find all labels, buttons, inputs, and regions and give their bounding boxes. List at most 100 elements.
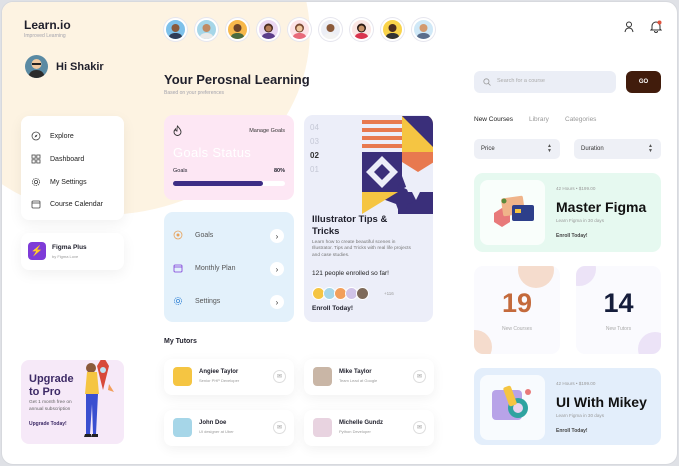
stats-card: Goals › Monthly Plan › Settings › — [164, 212, 294, 322]
compass-icon — [31, 131, 41, 141]
tutor-role: Python Developer — [339, 429, 371, 434]
tutor-avatar[interactable] — [164, 18, 187, 41]
message-icon[interactable]: ✉ — [273, 421, 286, 434]
step-number-active[interactable]: 02 — [310, 149, 319, 163]
app-tagline: Improved Learning — [24, 33, 66, 39]
stat-label: New Courses — [501, 326, 532, 332]
step-number[interactable]: 03 — [310, 135, 319, 149]
course-enroll-link[interactable]: Enroll Today! — [556, 233, 588, 239]
stat-card-new-courses: 19 New Courses — [474, 266, 560, 354]
tutor-avatar-strip — [164, 18, 435, 41]
gear-icon — [174, 297, 182, 305]
step-numbers: 04 03 02 01 — [310, 121, 319, 177]
sort-arrows-icon: ▲ ▼ — [547, 143, 552, 154]
tutor-avatar[interactable] — [226, 18, 249, 41]
select-value: Duration — [581, 146, 604, 152]
tab-library[interactable]: Library — [529, 116, 549, 123]
message-icon[interactable]: ✉ — [413, 421, 426, 434]
stats-row-monthly-plan[interactable]: Monthly Plan — [173, 263, 235, 273]
manage-goals-link[interactable]: Manage Goals — [249, 128, 285, 134]
price-select[interactable]: Price ▲ ▼ — [474, 139, 560, 159]
stats-row-settings[interactable]: Settings — [173, 296, 220, 306]
page-title: Your Perosnal Learning — [164, 72, 310, 87]
calendar-icon — [31, 200, 41, 209]
geometric-illustration — [362, 116, 433, 214]
step-number[interactable]: 01 — [310, 163, 319, 177]
sidebar-item-calendar[interactable]: Course Calendar — [31, 199, 103, 209]
course-card-ui-with-mikey[interactable]: 42 Hours • $199.00 UI With Mikey Learn F… — [474, 368, 661, 445]
goals-progress-fill — [173, 181, 263, 186]
stats-row-label: Monthly Plan — [195, 264, 236, 272]
goals-label: Goals — [173, 168, 188, 174]
tab-categories[interactable]: Categories — [565, 116, 596, 123]
plan-card[interactable]: ⚡ Figma Plus by Figma Love — [21, 233, 124, 270]
tutor-card[interactable]: John Doe UI designer at Uber ✉ — [164, 410, 294, 446]
tutor-avatar[interactable] — [319, 18, 342, 41]
tutor-card[interactable]: Mike Taylor Team Lead at Google ✉ — [304, 359, 434, 395]
tutor-avatar[interactable] — [381, 18, 404, 41]
sidebar-item-label: Dashboard — [50, 155, 85, 163]
sidebar-item-dashboard[interactable]: Dashboard — [31, 154, 84, 164]
tutor-card[interactable]: Michelle Gundz Python Developer ✉ — [304, 410, 434, 446]
chevron-right-icon[interactable]: › — [270, 295, 284, 309]
stat-card-new-tutors: 14 New Tutors — [576, 266, 661, 354]
search-input[interactable]: Search for a course — [497, 78, 545, 84]
message-icon[interactable]: ✉ — [413, 370, 426, 383]
sidebar-item-label: My Settings — [50, 178, 87, 186]
designer-tools-illustration — [492, 385, 531, 420]
page-subtitle: Based on your preferences — [164, 90, 225, 96]
enrolled-more-count: +116 — [384, 291, 394, 296]
chevron-right-icon[interactable]: › — [270, 262, 284, 276]
avatar — [173, 367, 192, 386]
tutor-card[interactable]: Angiee Taylor Senior PHP Developer ✉ — [164, 359, 294, 395]
tutor-avatar[interactable] — [195, 18, 218, 41]
sidebar-item-settings[interactable]: My Settings — [31, 177, 87, 187]
tutor-role: Team Lead at Google — [339, 378, 378, 383]
grid-icon — [31, 154, 41, 164]
avatar — [356, 287, 369, 300]
course-enroll-link[interactable]: Enroll Today! — [556, 428, 588, 434]
tab-new-courses[interactable]: New Courses — [474, 116, 513, 123]
duration-select[interactable]: Duration ▲ ▼ — [574, 139, 661, 159]
app-logo[interactable]: Learn.io — [24, 18, 71, 32]
sidebar-item-label: Course Calendar — [50, 200, 103, 208]
enrolled-avatars — [312, 287, 369, 300]
greeting: Hi Shakir — [56, 61, 104, 73]
user-avatar[interactable] — [25, 55, 48, 78]
decor-circle — [518, 266, 554, 288]
course-search[interactable]: Search for a course — [474, 71, 616, 93]
upgrade-card: Upgrade to Pro Get 1 month free on annua… — [21, 360, 124, 444]
chevron-right-icon[interactable]: › — [270, 229, 284, 243]
decor-circle — [576, 266, 596, 286]
tutor-avatar[interactable] — [350, 18, 373, 41]
tutor-name: Angiee Taylor — [199, 369, 239, 375]
bell-icon[interactable] — [650, 20, 662, 33]
sidebar-menu: Explore Dashboard My Settings Course Cal… — [21, 116, 124, 220]
tutor-name: John Doe — [199, 420, 227, 426]
course-title: Master Figma — [556, 199, 647, 215]
sidebar-item-explore[interactable]: Explore — [31, 131, 74, 141]
flame-icon — [173, 125, 182, 136]
target-icon — [173, 230, 183, 240]
enrolled-count: 121 people enrolled so far! — [312, 270, 389, 277]
tutor-avatar[interactable] — [257, 18, 280, 41]
search-icon — [483, 78, 491, 86]
step-number[interactable]: 04 — [310, 121, 319, 135]
user-icon[interactable] — [624, 21, 634, 33]
course-card-master-figma[interactable]: 42 Hours • $199.00 Master Figma Learn Fi… — [474, 173, 661, 252]
stats-row-label: Goals — [195, 231, 214, 239]
tutor-avatar[interactable] — [288, 18, 311, 41]
message-icon[interactable]: ✉ — [273, 370, 286, 383]
featured-description: Learn how to create beautiful scenes in … — [312, 240, 411, 258]
go-button[interactable]: GO — [626, 71, 661, 93]
stats-row-goals[interactable]: Goals — [173, 230, 213, 240]
featured-enroll-link[interactable]: Enroll Today! — [312, 305, 353, 312]
featured-course-card[interactable]: 04 03 02 01 Illustrator Tips & Tricks Le… — [304, 115, 433, 322]
lightning-icon: ⚡ — [28, 242, 46, 260]
tutor-avatar[interactable] — [412, 18, 435, 41]
tutor-role: Senior PHP Developer — [199, 378, 240, 383]
avatar — [173, 418, 192, 437]
upgrade-link[interactable]: Upgrade Today! — [29, 421, 67, 427]
stat-value: 19 — [501, 288, 533, 318]
app-window: Learn.io Improved Learning Hi Shakir Exp… — [1, 1, 678, 465]
